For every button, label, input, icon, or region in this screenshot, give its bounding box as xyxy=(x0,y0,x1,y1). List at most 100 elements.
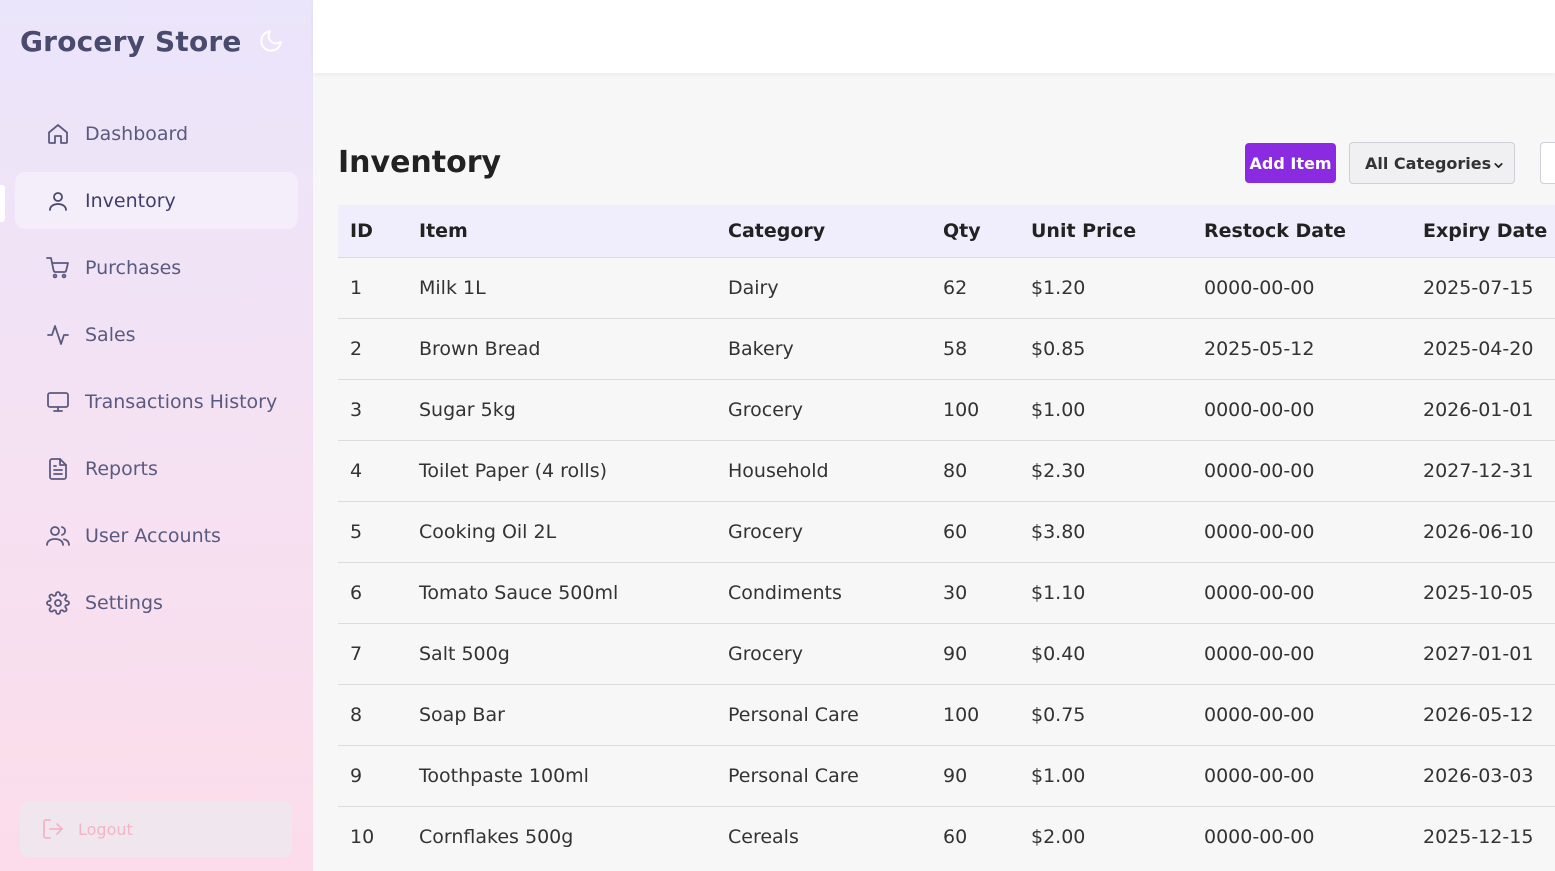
gear-icon xyxy=(45,590,71,616)
sidebar-item-label: Reports xyxy=(85,457,158,480)
sidebar-item-transactions-history[interactable]: Transactions History xyxy=(15,373,298,430)
chevron-down-icon xyxy=(1492,157,1505,170)
table-row[interactable]: 6 Tomato Sauce 500ml Condiments 30 $1.10 0000… xyxy=(338,562,1555,623)
cell-qty: 90 xyxy=(943,764,968,787)
add-item-button[interactable]: Add Item xyxy=(1245,143,1336,183)
table-row[interactable]: 2 Brown Bread Bakery 58 $0.85 2025-05-12 2025-… xyxy=(338,318,1555,379)
cell-category: Grocery xyxy=(728,398,803,421)
cell-unit-price: $2.30 xyxy=(1031,459,1086,482)
cell-restock-date: 0000-00-00 xyxy=(1204,642,1315,665)
sidebar-item-dashboard[interactable]: Dashboard xyxy=(15,105,298,162)
cell-qty: 58 xyxy=(943,337,968,360)
cell-qty: 60 xyxy=(943,825,968,848)
cell-restock-date: 2025-05-12 xyxy=(1204,337,1315,360)
sidebar-item-label: User Accounts xyxy=(85,524,221,547)
cart-icon xyxy=(45,255,71,281)
sidebar-item-reports[interactable]: Reports xyxy=(15,440,298,497)
cell-expiry-date: 2026-01-01 xyxy=(1423,398,1534,421)
cell-unit-price: $3.80 xyxy=(1031,520,1086,543)
table-row[interactable]: 10 Cornflakes 500g Cereals 60 $2.00 0000-00-0… xyxy=(338,806,1555,867)
cell-category: Grocery xyxy=(728,642,803,665)
table-row[interactable]: 1 Milk 1L Dairy 62 $1.20 0000-00-00 2025-07-15 xyxy=(338,257,1555,318)
cell-unit-price: $0.40 xyxy=(1031,642,1086,665)
sidebar-item-label: Dashboard xyxy=(85,122,189,145)
cell-unit-price: $1.00 xyxy=(1031,398,1086,421)
sidebar-item-user-accounts[interactable]: User Accounts xyxy=(15,507,298,564)
column-header-category[interactable]: Category xyxy=(716,205,931,257)
cell-item: Cornflakes 500g xyxy=(419,825,574,848)
cell-id: 7 xyxy=(350,642,363,665)
category-filter-value: All Categories xyxy=(1365,153,1492,173)
cell-item: Sugar 5kg xyxy=(419,398,516,421)
table-row[interactable]: 3 Sugar 5kg Grocery 100 $1.00 0000-00-00 2026-… xyxy=(338,379,1555,440)
column-header-unit-price[interactable]: Unit Price xyxy=(1019,205,1192,257)
cell-restock-date: 0000-00-00 xyxy=(1204,398,1315,421)
cell-unit-price: $1.20 xyxy=(1031,276,1086,299)
top-bar xyxy=(313,0,1555,73)
sidebar-item-purchases[interactable]: Purchases xyxy=(15,239,298,296)
cell-expiry-date: 2027-01-01 xyxy=(1423,642,1534,665)
cell-id: 1 xyxy=(350,276,363,299)
inventory-table: ID Item Category Qty Unit Price Restock … xyxy=(338,205,1555,867)
sidebar-item-label: Sales xyxy=(85,323,136,346)
cell-id: 5 xyxy=(350,520,363,543)
cell-expiry-date: 2026-06-10 xyxy=(1423,520,1534,543)
cell-category: Bakery xyxy=(728,337,794,360)
table-row[interactable]: 7 Salt 500g Grocery 90 $0.40 0000-00-00 2027-0… xyxy=(338,623,1555,684)
cell-item: Tomato Sauce 500ml xyxy=(419,581,619,604)
sidebar-item-label: Inventory xyxy=(85,189,176,212)
cell-id: 10 xyxy=(350,825,375,848)
cell-id: 2 xyxy=(350,337,363,360)
cell-id: 9 xyxy=(350,764,363,787)
column-header-id[interactable]: ID xyxy=(338,205,407,257)
cell-id: 8 xyxy=(350,703,363,726)
cell-expiry-date: 2026-05-12 xyxy=(1423,703,1534,726)
sidebar-nav: Dashboard Inventory Purchases Sales Tran… xyxy=(15,105,298,641)
sidebar-item-sales[interactable]: Sales xyxy=(15,306,298,363)
file-text-icon xyxy=(45,456,71,482)
cell-category: Personal Care xyxy=(728,703,859,726)
table-header-row: ID Item Category Qty Unit Price Restock … xyxy=(338,205,1555,257)
cell-category: Household xyxy=(728,459,829,482)
cell-category: Cereals xyxy=(728,825,799,848)
cell-category: Dairy xyxy=(728,276,779,299)
cell-expiry-date: 2025-10-05 xyxy=(1423,581,1534,604)
cell-expiry-date: 2025-04-20 xyxy=(1423,337,1534,360)
sidebar-item-inventory[interactable]: Inventory xyxy=(15,172,298,229)
sidebar: Grocery Store Dashboard Inventory Purcha… xyxy=(0,0,313,871)
cell-restock-date: 0000-00-00 xyxy=(1204,459,1315,482)
cell-id: 3 xyxy=(350,398,363,421)
cell-category: Grocery xyxy=(728,520,803,543)
column-header-qty[interactable]: Qty xyxy=(931,205,1019,257)
table-row[interactable]: 8 Soap Bar Personal Care 100 $0.75 0000-00-00… xyxy=(338,684,1555,745)
cell-category: Personal Care xyxy=(728,764,859,787)
cell-item: Salt 500g xyxy=(419,642,510,665)
moon-icon[interactable] xyxy=(258,28,284,54)
table-row[interactable]: 4 Toilet Paper (4 rolls) Household 80 $2.30 0… xyxy=(338,440,1555,501)
cell-qty: 100 xyxy=(943,703,980,726)
cell-id: 6 xyxy=(350,581,363,604)
cell-qty: 60 xyxy=(943,520,968,543)
page-title: Inventory xyxy=(338,145,502,180)
cell-expiry-date: 2025-12-15 xyxy=(1423,825,1534,848)
sidebar-item-label: Purchases xyxy=(85,256,182,279)
table-row[interactable]: 5 Cooking Oil 2L Grocery 60 $3.80 0000-00-00 2… xyxy=(338,501,1555,562)
users-icon xyxy=(45,523,71,549)
cell-item: Milk 1L xyxy=(419,276,486,299)
column-header-expiry-date[interactable]: Expiry Date xyxy=(1411,205,1555,257)
cell-unit-price: $1.00 xyxy=(1031,764,1086,787)
column-header-restock-date[interactable]: Restock Date xyxy=(1192,205,1411,257)
search-input[interactable] xyxy=(1540,142,1555,184)
cell-item: Cooking Oil 2L xyxy=(419,520,557,543)
app-title: Grocery Store xyxy=(20,25,242,58)
sidebar-item-label: Settings xyxy=(85,591,163,614)
logout-label: Logout xyxy=(78,819,133,839)
column-header-item[interactable]: Item xyxy=(407,205,716,257)
table-row[interactable]: 9 Toothpaste 100ml Personal Care 90 $1.00 000… xyxy=(338,745,1555,806)
cell-restock-date: 0000-00-00 xyxy=(1204,276,1315,299)
monitor-icon xyxy=(45,389,71,415)
logout-button[interactable]: Logout xyxy=(20,801,292,857)
cell-item: Brown Bread xyxy=(419,337,541,360)
sidebar-item-settings[interactable]: Settings xyxy=(15,574,298,631)
category-filter-select[interactable]: All Categories xyxy=(1349,142,1515,184)
